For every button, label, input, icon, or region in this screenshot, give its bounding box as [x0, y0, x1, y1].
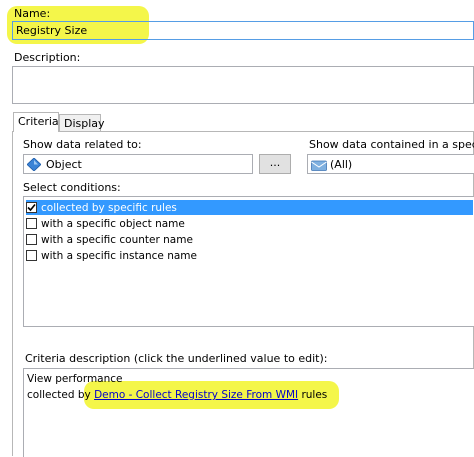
tab-criteria-label: Criteria — [18, 115, 59, 128]
checkbox-icon[interactable] — [26, 250, 37, 261]
checkbox-icon[interactable] — [26, 218, 37, 229]
show-contained-label: Show data contained in a specifi — [309, 138, 474, 151]
group-icon — [311, 159, 327, 174]
criteria-prefix: collected by — [27, 389, 95, 401]
condition-item[interactable]: with a specific object name — [26, 216, 185, 231]
browse-button[interactable]: ... — [259, 154, 291, 174]
rule-link[interactable]: Demo - Collect Registry Size From WMI — [94, 389, 298, 401]
show-related-label: Show data related to: — [23, 138, 142, 151]
description-label: Description: — [14, 51, 81, 64]
show-related-value: Object — [46, 158, 82, 171]
condition-item[interactable]: with a specific counter name — [26, 232, 193, 247]
object-icon — [26, 157, 42, 174]
criteria-line-2: collected by Demo - Collect Registry Siz… — [27, 389, 327, 401]
condition-item[interactable]: collected by specific rules — [26, 200, 473, 215]
conditions-list[interactable]: collected by specific rules with a speci… — [23, 196, 474, 327]
condition-label: with a specific counter name — [41, 233, 193, 246]
select-conditions-label: Select conditions: — [23, 181, 121, 194]
browse-button-label: ... — [269, 156, 281, 169]
criteria-description-box: View performance collected by Demo - Col… — [23, 368, 474, 457]
criteria-description-label: Criteria description (click the underlin… — [25, 352, 328, 365]
condition-label: collected by specific rules — [41, 201, 177, 214]
tab-criteria[interactable]: Criteria — [13, 112, 59, 132]
show-contained-value: (All) — [330, 158, 353, 171]
show-related-field[interactable]: Object — [23, 154, 253, 174]
description-textarea[interactable] — [12, 66, 474, 104]
condition-item[interactable]: with a specific instance name — [26, 248, 197, 263]
checkbox-icon[interactable] — [26, 234, 37, 245]
criteria-suffix: rules — [298, 389, 328, 401]
tab-display[interactable]: Display — [59, 114, 105, 131]
criteria-panel: Show data related to: Object ... Show da… — [12, 131, 474, 457]
name-input[interactable]: Registry Size — [12, 21, 474, 40]
name-input-value: Registry Size — [16, 24, 88, 37]
name-label: Name: — [14, 7, 51, 20]
checkbox-checked-icon[interactable] — [26, 202, 37, 213]
criteria-line-1: View performance — [27, 373, 123, 385]
show-contained-field[interactable]: (All) — [307, 154, 474, 174]
condition-label: with a specific instance name — [41, 249, 197, 262]
condition-label: with a specific object name — [41, 217, 185, 230]
tab-display-label: Display — [64, 117, 105, 130]
